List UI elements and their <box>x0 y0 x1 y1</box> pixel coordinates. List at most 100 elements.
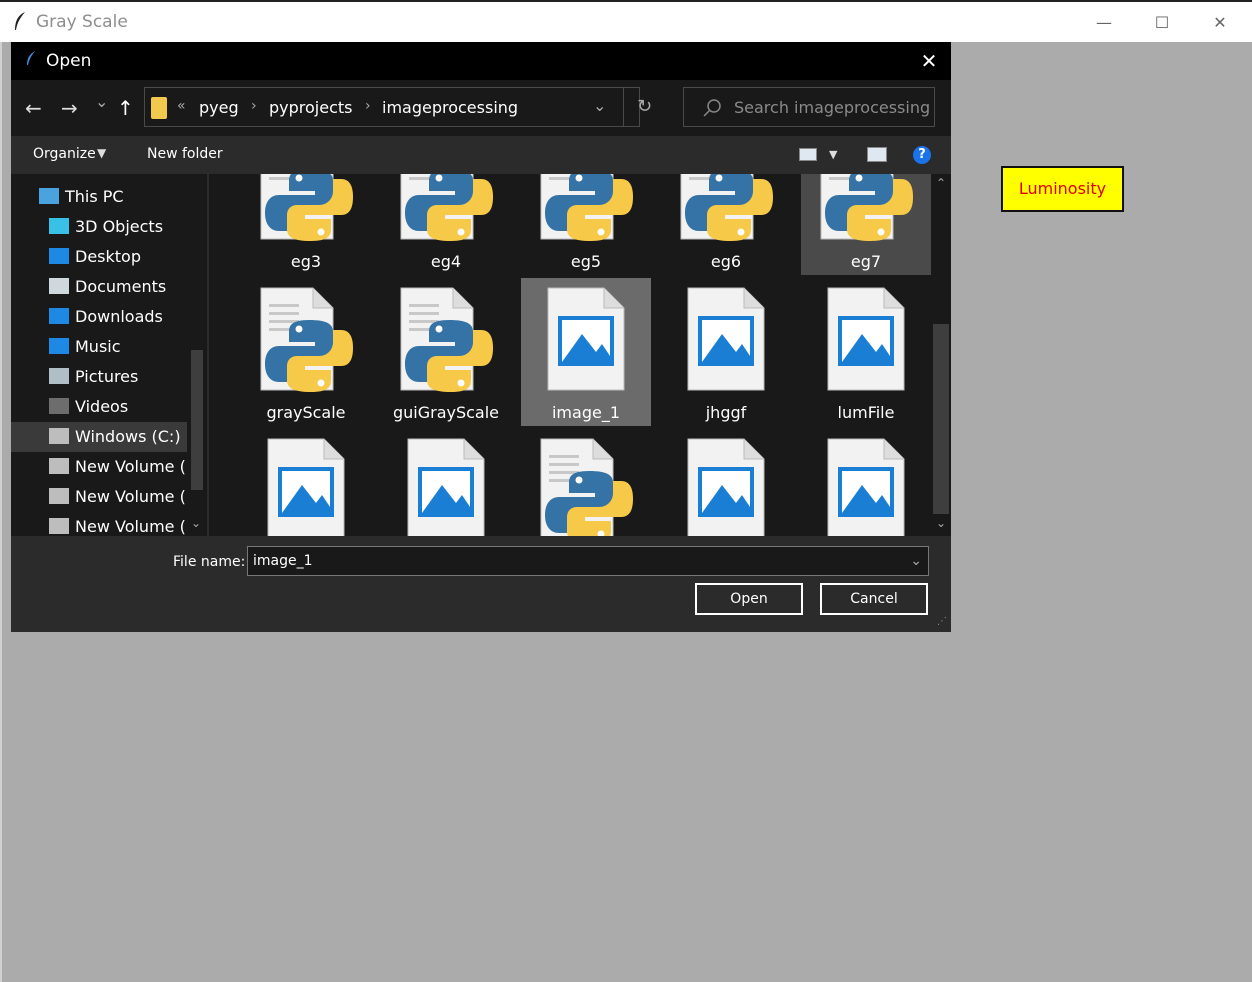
dialog-titlebar: Open ✕ <box>11 42 951 80</box>
python-file-icon <box>253 174 353 247</box>
file-item[interactable]: eg6 <box>661 174 791 275</box>
chevron-down-icon[interactable]: ⌄ <box>910 547 922 575</box>
file-name: eg4 <box>430 252 462 271</box>
image-file-icon <box>686 435 766 536</box>
file-item[interactable]: eg5 <box>521 174 651 275</box>
file-name-value: image_1 <box>253 553 313 569</box>
drive-icon <box>49 488 69 504</box>
tree-item[interactable]: Desktop <box>49 242 207 272</box>
scroll-down-arrow[interactable]: ⌄ <box>936 516 946 530</box>
search-input[interactable]: Search imageprocessing <box>734 98 930 117</box>
breadcrumb-item[interactable]: pyprojects <box>269 98 353 117</box>
videos-icon <box>49 398 69 414</box>
tree-item[interactable]: Pictures <box>49 362 207 392</box>
new-folder-button[interactable]: New folder <box>147 146 223 162</box>
refresh-icon[interactable]: ↻ <box>637 96 652 117</box>
file-item[interactable]: guiGrayScale <box>381 278 511 426</box>
caret-down-icon[interactable]: ▼ <box>829 148 837 161</box>
python-file-icon <box>253 284 353 398</box>
maximize-button[interactable]: ☐ <box>1142 10 1182 36</box>
scroll-down-arrow[interactable]: ⌄ <box>191 516 201 530</box>
tree-item[interactable]: Windows (C:) <box>11 422 187 452</box>
tree-item[interactable]: 3D Objects <box>49 212 207 242</box>
file-name: guiGrayScale <box>392 403 500 422</box>
file-name: eg6 <box>710 252 742 271</box>
tree-item-label: 3D Objects <box>75 217 164 236</box>
image-file-icon <box>406 435 486 536</box>
cancel-button[interactable]: Cancel <box>820 583 928 615</box>
file-item[interactable]: jhggf <box>661 278 791 426</box>
file-item[interactable]: minFile <box>381 429 511 536</box>
tree-item-label: Videos <box>75 397 129 416</box>
file-item[interactable]: tmpFile <box>801 429 931 536</box>
file-item[interactable]: grayScale <box>241 278 371 426</box>
file-name: eg7 <box>850 252 882 271</box>
python-file-icon <box>533 174 633 247</box>
breadcrumb-overflow[interactable]: « <box>177 98 186 114</box>
caret-down-icon: ▼ <box>97 146 107 160</box>
tree-item-label: This PC <box>65 187 124 206</box>
file-name: jhggf <box>705 403 747 422</box>
file-item[interactable]: maxFile <box>241 429 371 536</box>
file-item[interactable]: eg4 <box>381 174 511 275</box>
forward-button[interactable]: → <box>61 96 78 120</box>
organize-button[interactable]: Organize <box>33 146 96 162</box>
drive-icon <box>49 518 69 534</box>
open-file-dialog: Open ✕ ← → ⌄ ↑ « pyeg › pyprojects › ima… <box>11 42 951 632</box>
chevron-down-icon[interactable]: ⌄ <box>593 96 606 115</box>
tree-item[interactable]: New Volume ( <box>49 482 207 512</box>
computer-icon <box>39 188 59 204</box>
python-file-icon <box>673 174 773 247</box>
preview-pane-icon[interactable] <box>867 147 887 162</box>
help-icon[interactable]: ? <box>913 146 931 164</box>
file-name-field[interactable]: image_1 ⌄ <box>247 546 929 576</box>
tree-item[interactable]: Videos <box>49 392 207 422</box>
minimize-button[interactable]: — <box>1084 10 1124 36</box>
tree-item-label: Desktop <box>75 247 141 266</box>
breadcrumb-item[interactable]: imageprocessing <box>382 98 518 117</box>
file-name: lumFile <box>837 403 895 422</box>
tree-item-label: Pictures <box>75 367 139 386</box>
scroll-up-arrow[interactable]: ⌃ <box>936 176 946 190</box>
navigation-pane-scrollbar[interactable] <box>187 174 205 536</box>
dialog-title: Open <box>46 51 92 71</box>
python-file-icon <box>533 435 633 536</box>
scrollbar-thumb[interactable] <box>191 350 203 490</box>
resize-grip-icon[interactable]: ⋰ <box>937 616 947 627</box>
tree-item-label: New Volume ( <box>75 487 186 506</box>
dialog-close-button[interactable]: ✕ <box>916 48 942 74</box>
close-button[interactable]: ✕ <box>1200 10 1240 36</box>
file-item[interactable]: lumFile <box>801 278 931 426</box>
up-button[interactable]: ↑ <box>117 96 134 120</box>
file-item[interactable]: eg7 <box>801 174 931 275</box>
breadcrumb-item[interactable]: pyeg <box>199 98 239 117</box>
tree-item[interactable]: New Volume ( <box>49 452 207 482</box>
search-box[interactable]: Search imageprocessing <box>683 87 935 127</box>
tree-item-label: New Volume ( <box>75 517 186 536</box>
tree-item[interactable]: Music <box>49 332 207 362</box>
back-button[interactable]: ← <box>25 96 42 120</box>
tree-item-label: Documents <box>75 277 167 296</box>
chevron-right-icon: › <box>251 98 257 114</box>
open-button[interactable]: Open <box>695 583 803 615</box>
python-file-icon <box>393 174 493 247</box>
view-options-icon[interactable] <box>799 148 817 161</box>
file-name: eg5 <box>570 252 602 271</box>
recent-locations-button[interactable]: ⌄ <box>95 92 108 111</box>
file-list-scrollbar[interactable]: ⌃ ⌄ <box>931 174 951 536</box>
file-name: eg3 <box>290 252 322 271</box>
address-bar[interactable]: « pyeg › pyprojects › imageprocessing ⌄ … <box>144 87 652 127</box>
file-item[interactable]: tmp <box>661 429 791 536</box>
file-item[interactable]: image_1 <box>521 278 651 426</box>
file-name: image_1 <box>551 403 620 422</box>
tree-item[interactable]: New Volume ( <box>49 512 207 536</box>
file-item[interactable]: eg3 <box>241 174 371 275</box>
search-icon <box>703 99 721 117</box>
luminosity-button[interactable]: Luminosity <box>1001 166 1124 212</box>
tree-item[interactable]: Downloads <box>49 302 207 332</box>
tree-item[interactable]: Documents <box>49 272 207 302</box>
desktop-icon <box>49 248 69 264</box>
file-item[interactable]: n1 <box>521 429 651 536</box>
tree-item[interactable]: This PC <box>39 182 207 212</box>
scrollbar-thumb[interactable] <box>933 324 949 514</box>
